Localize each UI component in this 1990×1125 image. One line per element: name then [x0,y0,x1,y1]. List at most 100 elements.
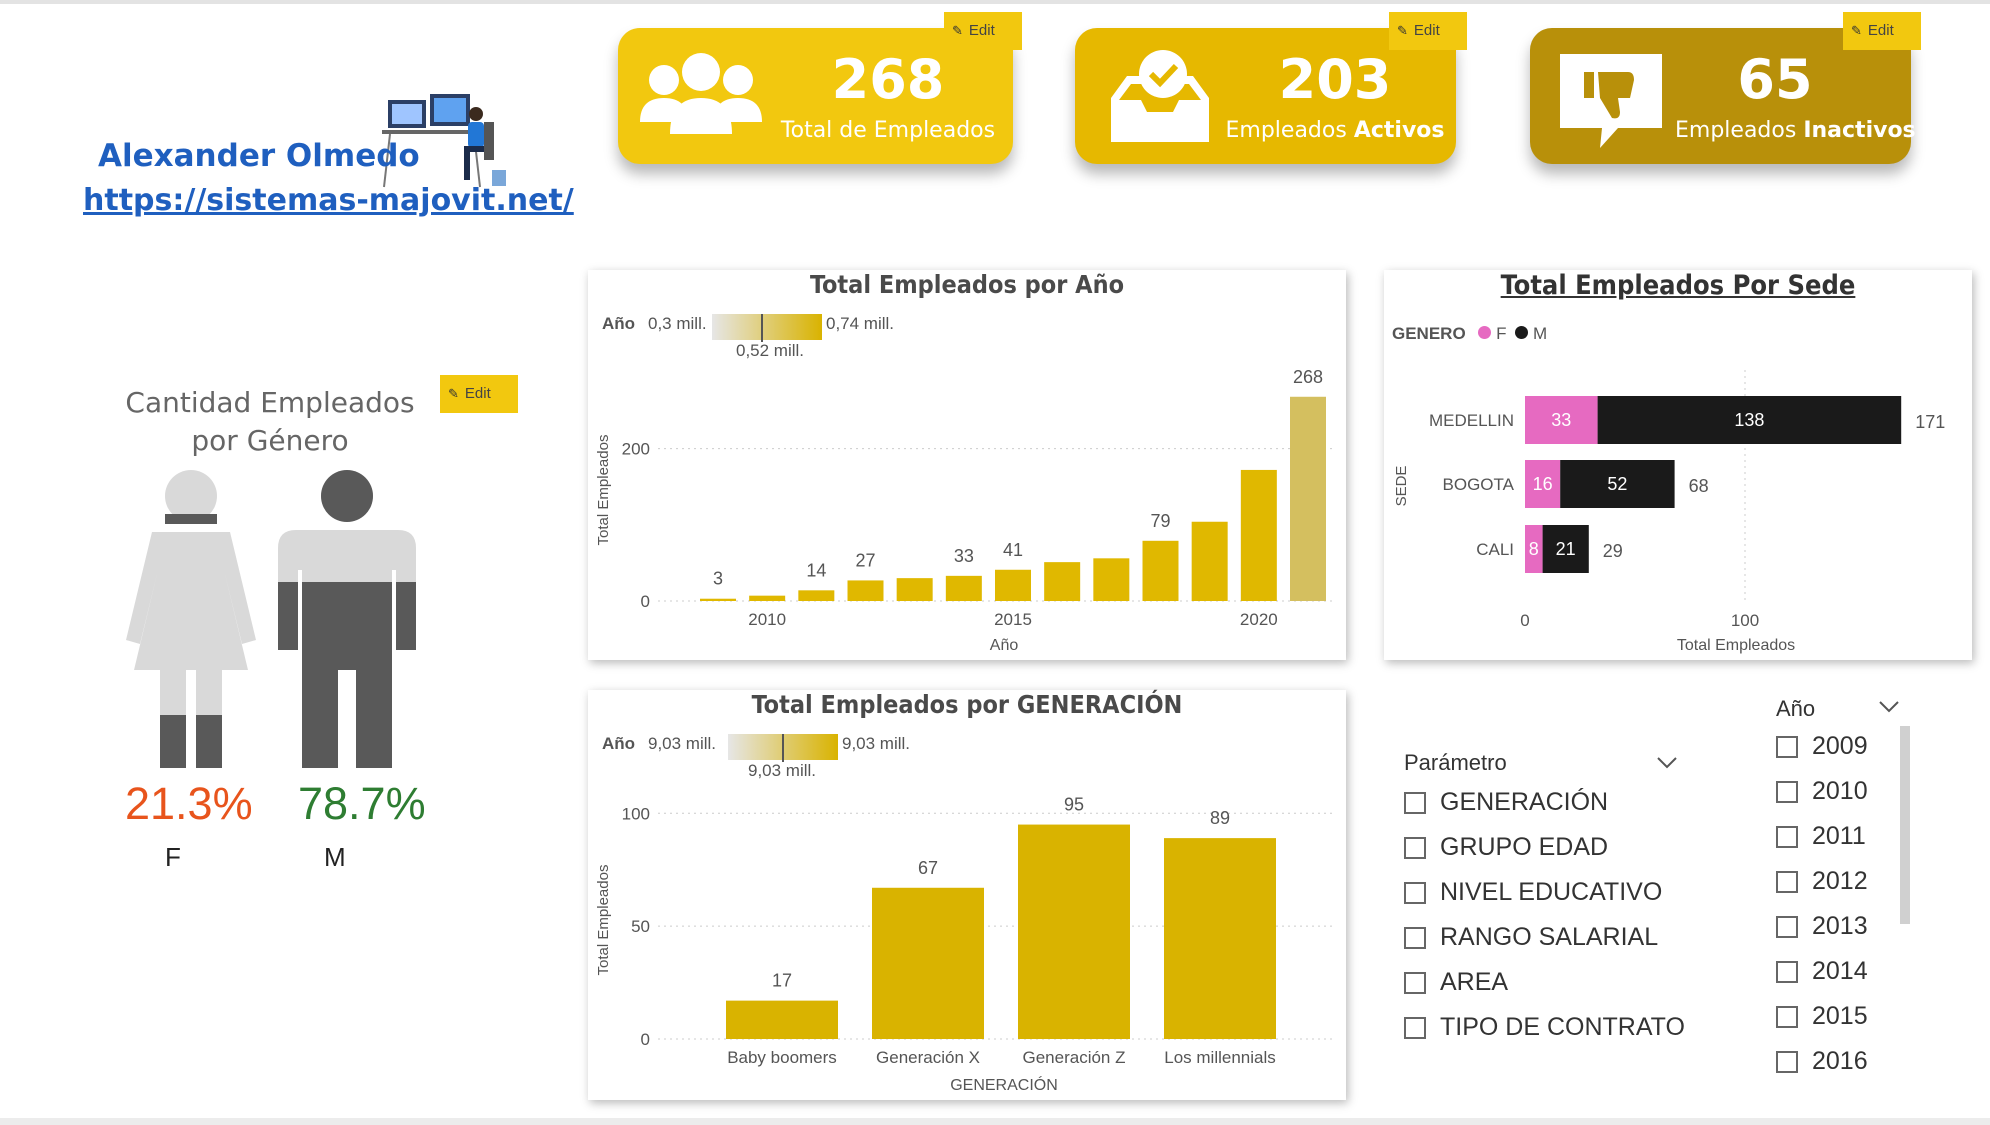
x-tick-label: 2015 [994,610,1032,629]
kpi-total-label: Total de Empleados [780,118,996,143]
x-tick-label: 0 [1520,611,1529,630]
bottom-border [0,1118,1990,1125]
bar [995,569,1031,601]
x-tick-label: Generación X [876,1048,980,1067]
pencil-icon: ✎ [448,386,459,401]
kpi-active-label-bold: Activos [1353,118,1445,143]
edit-button-kpi-inactive[interactable]: ✎ Edit [1843,12,1921,50]
edit-button-gender[interactable]: ✎ Edit [440,375,518,413]
anio-option-label[interactable]: 2011 [1812,822,1866,851]
anio-option-label[interactable]: 2013 [1812,912,1868,941]
checkbox[interactable] [1404,972,1426,994]
bar [1044,562,1081,601]
data-label: 138 [1734,410,1764,430]
bar [1240,469,1277,601]
checkbox[interactable] [1776,916,1798,938]
inbox-check-icon [1111,50,1209,142]
total-label: 171 [1915,412,1945,432]
parametro-option-label[interactable]: NIVEL EDUCATIVO [1440,878,1662,907]
data-label: 89 [1210,808,1230,828]
data-label: 33 [954,546,974,566]
checkbox[interactable] [1776,1006,1798,1028]
data-label: 95 [1064,795,1084,815]
checkbox[interactable] [1776,961,1798,983]
author-link[interactable]: https://sistemas-majovit.net/ [83,183,574,218]
generation-bar-chart: 0 50 100 17 Baby boomers 67 Generación X 95 Gene… [595,795,1336,1094]
generation-chart-panel: Total Empleados por GENERACIÓN Año 9,03 … [588,690,1346,1100]
edit-label: Edit [968,22,995,39]
checkbox[interactable] [1404,927,1426,949]
checkbox[interactable] [1776,826,1798,848]
data-label: 52 [1607,474,1627,494]
anio-option-label[interactable]: 2009 [1812,732,1868,761]
checkbox[interactable] [1776,871,1798,893]
chevron-down-icon[interactable] [1878,700,1900,714]
data-label: 268 [1293,367,1323,387]
parametro-option-label[interactable]: GRUPO EDAD [1440,833,1608,862]
sede-stacked-bar-chart: 0 100 Total Empleados SEDE MEDELLIN 33 138 171 B… [1393,370,1945,654]
data-label: 3 [713,569,723,589]
x-tick-label: Generación Z [1023,1048,1126,1067]
chevron-down-icon[interactable] [1656,756,1678,770]
female-label: F [165,842,181,872]
kpi-inactive-label: Empleados Inactivos [1675,118,1916,143]
pencil-icon: ✎ [1851,23,1862,38]
checkbox[interactable] [1404,837,1426,859]
y-tick-label: 0 [641,592,650,611]
edit-label: Edit [1413,22,1440,39]
anio-scrollbar[interactable] [1900,726,1910,924]
anio-option-label[interactable]: 2014 [1812,957,1868,986]
checkbox[interactable] [1776,1051,1798,1073]
y-tick-label: MEDELLIN [1429,411,1514,430]
female-percent: 21.3% [125,778,253,829]
parametro-option-label[interactable]: GENERACIÓN [1440,788,1608,817]
x-axis-title: Total Empleados [1677,637,1795,654]
anio-slicer: Año 2009 2010 2011 2012 2013 2014 2015 2016 [1768,688,1968,1088]
bar [700,598,736,601]
kpi-active-label-pre: Empleados [1225,118,1354,143]
bar [872,887,984,1039]
y-tick-label: 50 [631,917,650,936]
y-tick-label: CALI [1476,540,1514,559]
y-tick-label: 100 [622,804,650,823]
bar [847,580,884,601]
checkbox[interactable] [1404,1017,1426,1039]
edit-button-kpi-total[interactable]: ✎ Edit [944,12,1022,50]
y-axis-title: SEDE [1393,466,1410,507]
data-label: 17 [772,971,792,991]
anio-option-label[interactable]: 2010 [1812,777,1868,806]
data-label: 16 [1533,474,1553,494]
y-tick-label: BOGOTA [1443,475,1515,494]
parametro-option-label[interactable]: TIPO DE CONTRATO [1440,1013,1685,1042]
x-tick-label: Baby boomers [727,1048,837,1067]
parametro-option-label[interactable]: AREA [1440,968,1508,997]
bar [1164,838,1276,1039]
parametro-option-label[interactable]: RANGO SALARIAL [1440,923,1658,952]
anio-title: Año [1776,696,1816,721]
checkbox[interactable] [1404,882,1426,904]
anio-option-label[interactable]: 2012 [1812,867,1868,896]
checkbox[interactable] [1776,781,1798,803]
kpi-total-value: 268 [831,48,945,111]
bar [1093,558,1130,601]
data-label: 14 [806,560,826,580]
x-tick-label: 2020 [1240,610,1278,629]
checkbox[interactable] [1776,736,1798,758]
x-tick-label: Los millennials [1164,1048,1276,1067]
bar [726,1000,838,1039]
total-label: 68 [1689,476,1709,496]
bar [1290,396,1326,601]
anio-option-label[interactable]: 2016 [1812,1047,1868,1076]
pencil-icon: ✎ [952,23,963,38]
male-label: M [324,842,346,872]
edit-label: Edit [464,385,491,402]
bar [1191,521,1228,601]
data-label: 67 [918,858,938,878]
anio-option-label[interactable]: 2015 [1812,1002,1868,1031]
kpi-inactive-label-pre: Empleados [1675,118,1804,143]
edit-button-kpi-active[interactable]: ✎ Edit [1389,12,1467,50]
checkbox[interactable] [1404,792,1426,814]
total-label: 29 [1603,541,1623,561]
parametro-slicer: Parámetro GENERACIÓN GRUPO EDAD NIVEL EDUC… [1400,742,1740,1042]
edit-label: Edit [1867,22,1894,39]
